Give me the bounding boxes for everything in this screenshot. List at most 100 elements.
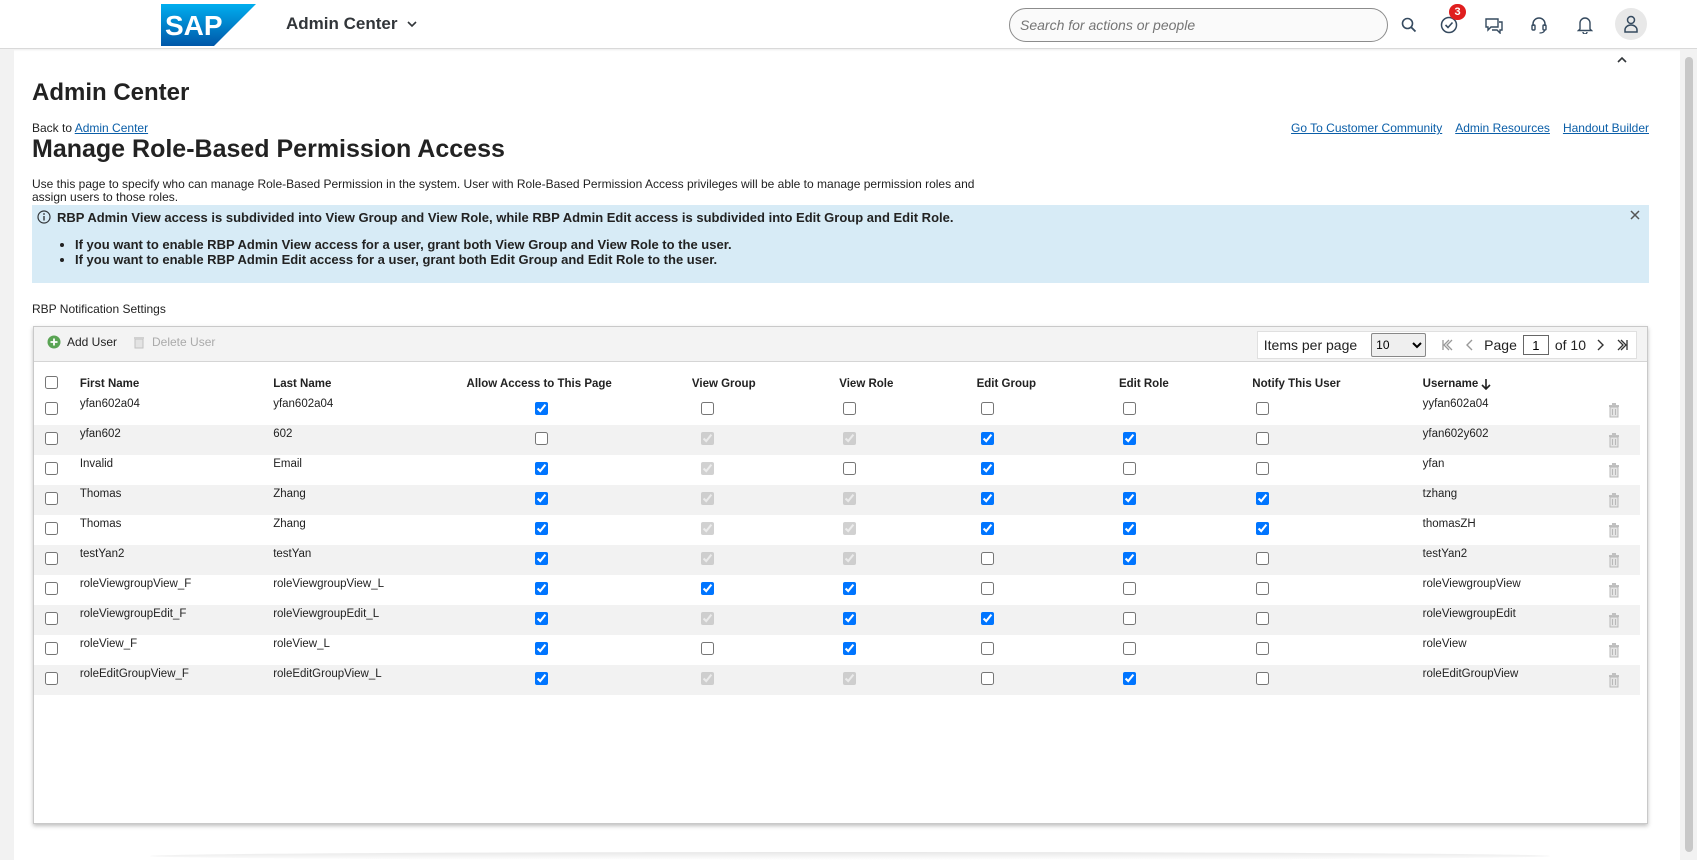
rbp-notification-settings-link[interactable]: RBP Notification Settings: [32, 302, 166, 316]
edit-group-checkbox[interactable]: [980, 492, 994, 505]
notify-checkbox[interactable]: [1256, 432, 1270, 445]
row-select-checkbox[interactable]: [45, 672, 58, 685]
notify-checkbox[interactable]: [1256, 462, 1270, 475]
allow-checkbox[interactable]: [534, 462, 548, 475]
edit-group-checkbox[interactable]: [980, 432, 994, 445]
first-page-button[interactable]: [1440, 337, 1456, 353]
col-username[interactable]: Username: [1423, 367, 1596, 395]
edit-group-checkbox[interactable]: [980, 672, 994, 685]
col-edit-group[interactable]: Edit Group: [977, 367, 1119, 395]
sap-logo[interactable]: SAP: [161, 4, 256, 46]
page-number-input[interactable]: [1522, 335, 1549, 355]
view-role-checkbox[interactable]: [843, 522, 857, 535]
edit-group-checkbox[interactable]: [980, 642, 994, 655]
last-page-button[interactable]: [1614, 337, 1630, 353]
col-view-group[interactable]: View Group: [692, 367, 839, 395]
col-view-role[interactable]: View Role: [839, 367, 976, 395]
search-input[interactable]: [1009, 8, 1388, 42]
allow-checkbox[interactable]: [534, 402, 548, 415]
view-role-checkbox[interactable]: [843, 672, 857, 685]
view-group-checkbox[interactable]: [700, 522, 714, 535]
col-edit-role[interactable]: Edit Role: [1119, 367, 1252, 395]
view-group-checkbox[interactable]: [700, 492, 714, 505]
notify-checkbox[interactable]: [1256, 552, 1270, 565]
previous-page-button[interactable]: [1462, 337, 1478, 353]
row-select-checkbox[interactable]: [45, 462, 58, 475]
view-group-checkbox[interactable]: [700, 582, 714, 595]
row-select-checkbox[interactable]: [45, 402, 58, 415]
allow-checkbox[interactable]: [534, 672, 548, 685]
trash-icon[interactable]: [1606, 642, 1622, 658]
select-all-checkbox[interactable]: [45, 376, 58, 389]
view-group-checkbox[interactable]: [700, 402, 714, 415]
row-select-checkbox[interactable]: [45, 522, 58, 535]
notify-checkbox[interactable]: [1256, 582, 1270, 595]
user-avatar[interactable]: [1615, 8, 1647, 40]
notify-checkbox[interactable]: [1256, 402, 1270, 415]
edit-group-checkbox[interactable]: [980, 582, 994, 595]
edit-role-checkbox[interactable]: [1122, 672, 1136, 685]
notify-checkbox[interactable]: [1256, 522, 1270, 535]
view-group-checkbox[interactable]: [700, 552, 714, 565]
allow-checkbox[interactable]: [534, 522, 548, 535]
view-group-checkbox[interactable]: [700, 642, 714, 655]
edit-role-checkbox[interactable]: [1122, 612, 1136, 625]
back-link[interactable]: Admin Center: [75, 121, 148, 135]
view-group-checkbox[interactable]: [700, 612, 714, 625]
items-per-page-select[interactable]: 10: [1371, 333, 1427, 357]
edit-role-checkbox[interactable]: [1122, 462, 1136, 475]
scrollbar-thumb[interactable]: [1685, 57, 1693, 852]
view-group-checkbox[interactable]: [700, 672, 714, 685]
edit-role-checkbox[interactable]: [1122, 582, 1136, 595]
row-select-checkbox[interactable]: [45, 582, 58, 595]
edit-role-checkbox[interactable]: [1122, 402, 1136, 415]
todo-button[interactable]: 3: [1434, 4, 1466, 40]
view-role-checkbox[interactable]: [843, 402, 857, 415]
allow-checkbox[interactable]: [534, 612, 548, 625]
notify-checkbox[interactable]: [1256, 672, 1270, 685]
next-page-button[interactable]: [1592, 337, 1608, 353]
chat-button[interactable]: [1479, 10, 1509, 40]
admin-resources-link[interactable]: Admin Resources: [1455, 121, 1550, 135]
view-role-checkbox[interactable]: [843, 462, 857, 475]
trash-icon[interactable]: [1606, 402, 1622, 418]
notify-checkbox[interactable]: [1256, 492, 1270, 505]
view-role-checkbox[interactable]: [843, 612, 857, 625]
add-user-button[interactable]: Add User: [47, 335, 117, 349]
support-button[interactable]: [1524, 10, 1554, 40]
view-role-checkbox[interactable]: [843, 552, 857, 565]
row-select-checkbox[interactable]: [45, 552, 58, 565]
trash-icon[interactable]: [1606, 492, 1622, 508]
customer-community-link[interactable]: Go To Customer Community: [1291, 121, 1442, 135]
view-role-checkbox[interactable]: [843, 582, 857, 595]
edit-role-checkbox[interactable]: [1122, 522, 1136, 535]
edit-role-checkbox[interactable]: [1122, 552, 1136, 565]
col-allow-access[interactable]: Allow Access to This Page: [467, 367, 692, 395]
trash-icon[interactable]: [1606, 552, 1622, 568]
trash-icon[interactable]: [1606, 672, 1622, 688]
allow-checkbox[interactable]: [534, 492, 548, 505]
edit-group-checkbox[interactable]: [980, 462, 994, 475]
view-role-checkbox[interactable]: [843, 432, 857, 445]
trash-icon[interactable]: [1606, 432, 1622, 448]
col-notify-user[interactable]: Notify This User: [1252, 367, 1422, 395]
trash-icon[interactable]: [1606, 462, 1622, 478]
notify-checkbox[interactable]: [1256, 612, 1270, 625]
col-last-name[interactable]: Last Name: [273, 367, 466, 395]
trash-icon[interactable]: [1606, 522, 1622, 538]
row-select-checkbox[interactable]: [45, 642, 58, 655]
view-group-checkbox[interactable]: [700, 462, 714, 475]
allow-checkbox[interactable]: [534, 552, 548, 565]
collapse-header-icon[interactable]: [1614, 52, 1630, 68]
edit-group-checkbox[interactable]: [980, 402, 994, 415]
row-select-checkbox[interactable]: [45, 612, 58, 625]
notify-checkbox[interactable]: [1256, 642, 1270, 655]
app-title-menu[interactable]: Admin Center: [286, 14, 419, 34]
trash-icon[interactable]: [1606, 612, 1622, 628]
view-role-checkbox[interactable]: [843, 642, 857, 655]
close-icon[interactable]: [1629, 209, 1641, 221]
edit-role-checkbox[interactable]: [1122, 492, 1136, 505]
allow-checkbox[interactable]: [534, 582, 548, 595]
edit-group-checkbox[interactable]: [980, 522, 994, 535]
trash-icon[interactable]: [1606, 582, 1622, 598]
